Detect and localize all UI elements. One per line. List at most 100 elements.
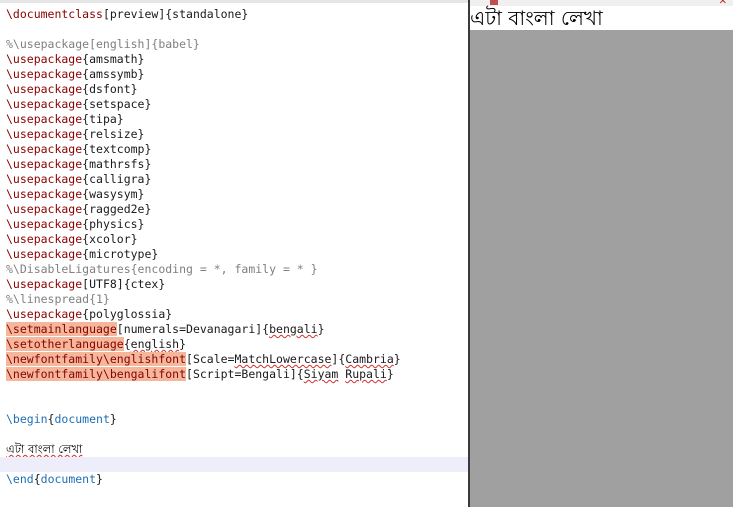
latex-argument: {physics}	[82, 217, 145, 231]
code-line[interactable]: \usepackage{setspace}	[6, 97, 468, 112]
latex-command: \usepackage	[6, 217, 83, 231]
code-line[interactable]: \end{document}	[6, 472, 468, 487]
latex-environment: document	[54, 412, 110, 426]
code-line[interactable]	[0, 457, 468, 472]
latex-command: \usepackage	[6, 202, 83, 216]
latex-command: \setotherlanguage	[6, 337, 124, 351]
latex-argument: {mathrsfs}	[82, 157, 152, 171]
latex-command: \usepackage	[6, 142, 83, 156]
latex-command: \usepackage	[6, 127, 83, 141]
latex-command: \newfontfamily\bengalifont	[6, 367, 187, 381]
latex-argument: {microtype}	[82, 247, 159, 261]
latex-argument: ]{	[331, 352, 346, 366]
code-line[interactable]: \usepackage{mathrsfs}	[6, 157, 468, 172]
latex-command: \documentclass	[6, 7, 103, 21]
code-line[interactable]	[6, 397, 468, 412]
code-line[interactable]: %\usepackage[english]{babel}	[6, 37, 468, 52]
code-line[interactable]: \usepackage{microtype}	[6, 247, 468, 262]
latex-command: \usepackage	[6, 52, 83, 66]
latex-argument: [preview]{standalone}	[102, 7, 249, 21]
latex-argument: {	[123, 337, 131, 351]
latex-environment: \begin	[6, 412, 48, 426]
latex-command: \usepackage	[6, 97, 83, 111]
latex-argument: [numerals=Devanagari]{	[116, 322, 270, 336]
latex-comment: %\linespread{1}	[6, 292, 110, 306]
code-line[interactable]: %\DisableLigatures{encoding = *, family …	[6, 262, 468, 277]
code-line[interactable]: \usepackage{physics}	[6, 217, 468, 232]
latex-argument: {wasysym}	[82, 187, 145, 201]
latex-argument: Rupali	[345, 367, 387, 381]
latex-argument: [Script=Bengali]{	[186, 367, 304, 381]
latex-argument: }	[96, 472, 103, 486]
latex-argument: [UTF8]{ctex}	[82, 277, 166, 291]
code-line[interactable]: \documentclass[preview]{standalone}	[6, 7, 468, 22]
latex-argument: {	[33, 472, 41, 486]
code-line[interactable]: \usepackage{polyglossia}	[6, 307, 468, 322]
latex-argument: {calligra}	[82, 172, 152, 186]
code-line[interactable]: এটা বাংলা লেখা	[6, 442, 468, 457]
code-line[interactable]: \usepackage{tipa}	[6, 112, 468, 127]
latex-command: \usepackage	[6, 307, 83, 321]
latex-environment: \end	[6, 472, 34, 486]
editor-tab-strip	[0, 0, 468, 3]
latex-argument: {dsfont}	[82, 82, 138, 96]
latex-argument: {ragged2e}	[82, 202, 152, 216]
latex-argument: {tipa}	[82, 112, 124, 126]
latex-argument: {polyglossia}	[82, 307, 173, 321]
latex-argument: Cambria	[345, 352, 394, 366]
latex-command: \usepackage	[6, 232, 83, 246]
latex-argument: english	[130, 337, 180, 351]
code-line[interactable]: \usepackage{xcolor}	[6, 232, 468, 247]
pdf-icon[interactable]	[490, 0, 498, 5]
code-editor[interactable]: \documentclass[preview]{standalone} %\use…	[0, 0, 468, 507]
latex-argument: }	[179, 337, 187, 351]
preview-rendered-text: এটা বাংলা লেখা	[470, 6, 603, 30]
code-line[interactable]: \usepackage{amssymb}	[6, 67, 468, 82]
code-line[interactable]	[6, 427, 468, 442]
code-line[interactable]	[6, 22, 468, 37]
code-line[interactable]: \usepackage{amsmath}	[6, 52, 468, 67]
latex-command: \usepackage	[6, 172, 83, 186]
code-line[interactable]: \usepackage{textcomp}	[6, 142, 468, 157]
code-line[interactable]: \setotherlanguage{english}	[6, 337, 468, 352]
latex-argument: }	[386, 367, 394, 381]
latex-command: \usepackage	[6, 157, 83, 171]
source-code[interactable]: \documentclass[preview]{standalone} %\use…	[0, 7, 468, 487]
code-line[interactable]: \newfontfamily\bengalifont[Script=Bengal…	[6, 367, 468, 382]
latex-argument: MatchLowercase	[234, 352, 332, 366]
code-line[interactable]: \usepackage{wasysym}	[6, 187, 468, 202]
latex-argument: {setspace}	[82, 97, 152, 111]
latex-command: \newfontfamily\englishfont	[6, 352, 187, 366]
code-line[interactable]: \usepackage[UTF8]{ctex}	[6, 277, 468, 292]
preview-page: এটা বাংলা লেখা	[470, 6, 733, 30]
latex-argument: }	[393, 352, 401, 366]
latex-argument: {relsize}	[82, 127, 145, 141]
code-line[interactable]: \usepackage{calligra}	[6, 172, 468, 187]
code-line[interactable]	[6, 382, 468, 397]
latex-argument: }	[317, 322, 325, 336]
latex-command: \setmainlanguage	[6, 322, 117, 336]
latex-command: \usepackage	[6, 82, 83, 96]
latex-command: \usepackage	[6, 67, 83, 81]
latex-argument: {xcolor}	[82, 232, 138, 246]
latex-command: \usepackage	[6, 187, 83, 201]
code-line[interactable]: \newfontfamily\englishfont[Scale=MatchLo…	[6, 352, 468, 367]
latex-command: \usepackage	[6, 247, 83, 261]
code-line[interactable]: \begin{document}	[6, 412, 468, 427]
latex-argument: {textcomp}	[82, 142, 152, 156]
code-line[interactable]: %\linespread{1}	[6, 292, 468, 307]
latex-argument: {amssymb}	[82, 67, 145, 81]
code-line[interactable]: \usepackage{ragged2e}	[6, 202, 468, 217]
latex-comment: %\usepackage[english]{babel}	[6, 37, 200, 51]
latex-argument: [Scale=	[186, 352, 235, 366]
code-line[interactable]: \usepackage{dsfont}	[6, 82, 468, 97]
latex-command: \usepackage	[6, 112, 83, 126]
pdf-preview-pane[interactable]: ✕ এটা বাংলা লেখা	[470, 0, 733, 507]
document-text: এটা বাংলা লেখা	[6, 442, 83, 456]
latex-argument: }	[109, 412, 117, 426]
code-line[interactable]: \setmainlanguage[numerals=Devanagari]{be…	[6, 322, 468, 337]
latex-comment: %\DisableLigatures{encoding = *, family …	[6, 262, 318, 276]
latex-argument: bengali	[269, 322, 318, 336]
latex-argument: {amsmath}	[82, 52, 145, 66]
code-line[interactable]: \usepackage{relsize}	[6, 127, 468, 142]
